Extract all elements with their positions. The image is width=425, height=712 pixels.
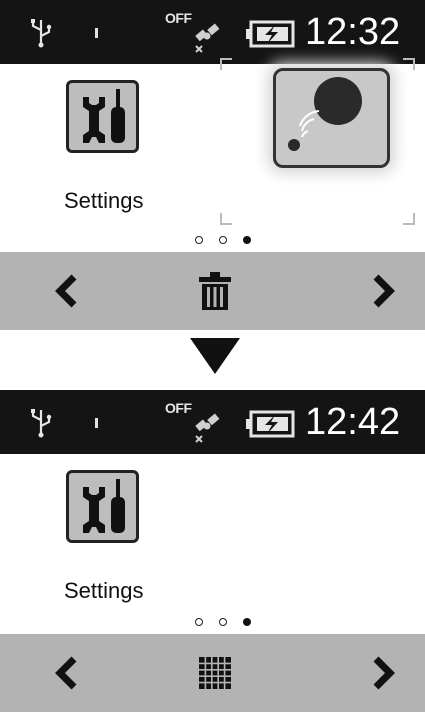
app-grid-button[interactable] [190, 634, 240, 712]
status-bar: OFF 12:32 [0, 0, 425, 64]
selection-corner-top-right [403, 58, 415, 70]
clock: 12:32 [305, 11, 401, 53]
usb-icon [31, 409, 52, 438]
remote-control-app[interactable] [220, 58, 415, 228]
trash-icon [199, 272, 231, 310]
chevron-left-icon [55, 656, 77, 690]
status-bar: OFF 12:42 [0, 390, 425, 454]
page-dot-active [243, 236, 251, 244]
settings-tools-icon [66, 80, 139, 153]
page-indicator [195, 618, 255, 630]
screen-before: OFF 12:32 Settings [0, 0, 425, 330]
usb-icon [31, 19, 52, 48]
clock: 12:42 [305, 401, 401, 443]
next-page-button[interactable] [360, 252, 410, 330]
settings-app-label: Settings [64, 188, 144, 213]
battery-charging-icon [246, 410, 295, 438]
page-dot [219, 236, 227, 244]
gps-satellite-icon [195, 413, 220, 443]
next-page-button[interactable] [360, 634, 410, 712]
prev-page-button[interactable] [40, 252, 90, 330]
delete-button[interactable] [190, 252, 240, 330]
selection-corner-bottom-left [220, 213, 232, 225]
battery-charging-icon [246, 20, 295, 48]
settings-app[interactable]: Settings [64, 80, 174, 213]
prev-page-button[interactable] [40, 634, 90, 712]
gps-satellite-icon [195, 23, 220, 53]
page-dot [195, 236, 203, 244]
page-dot [219, 618, 227, 626]
chevron-right-icon [373, 274, 395, 308]
screen-after: OFF 12:42 Settings [0, 390, 425, 712]
page-dot [195, 618, 203, 626]
settings-app[interactable]: Settings [64, 470, 174, 603]
gps-status-label: OFF [165, 400, 192, 416]
page-indicator [195, 236, 255, 248]
soft-key-bar [0, 634, 425, 712]
settings-tools-icon [66, 470, 139, 543]
app-grid-icon [199, 657, 231, 689]
selection-corner-top-left [220, 58, 232, 70]
selection-corner-bottom-right [403, 213, 415, 225]
signal-icon [95, 418, 98, 428]
chevron-left-icon [55, 274, 77, 308]
gps-status-label: OFF [165, 10, 192, 26]
page-dot-active [243, 618, 251, 626]
down-arrow-icon [190, 338, 240, 374]
remote-control-icon [273, 68, 390, 168]
signal-icon [95, 28, 98, 38]
chevron-right-icon [373, 656, 395, 690]
settings-app-label: Settings [64, 578, 144, 603]
soft-key-bar [0, 252, 425, 330]
